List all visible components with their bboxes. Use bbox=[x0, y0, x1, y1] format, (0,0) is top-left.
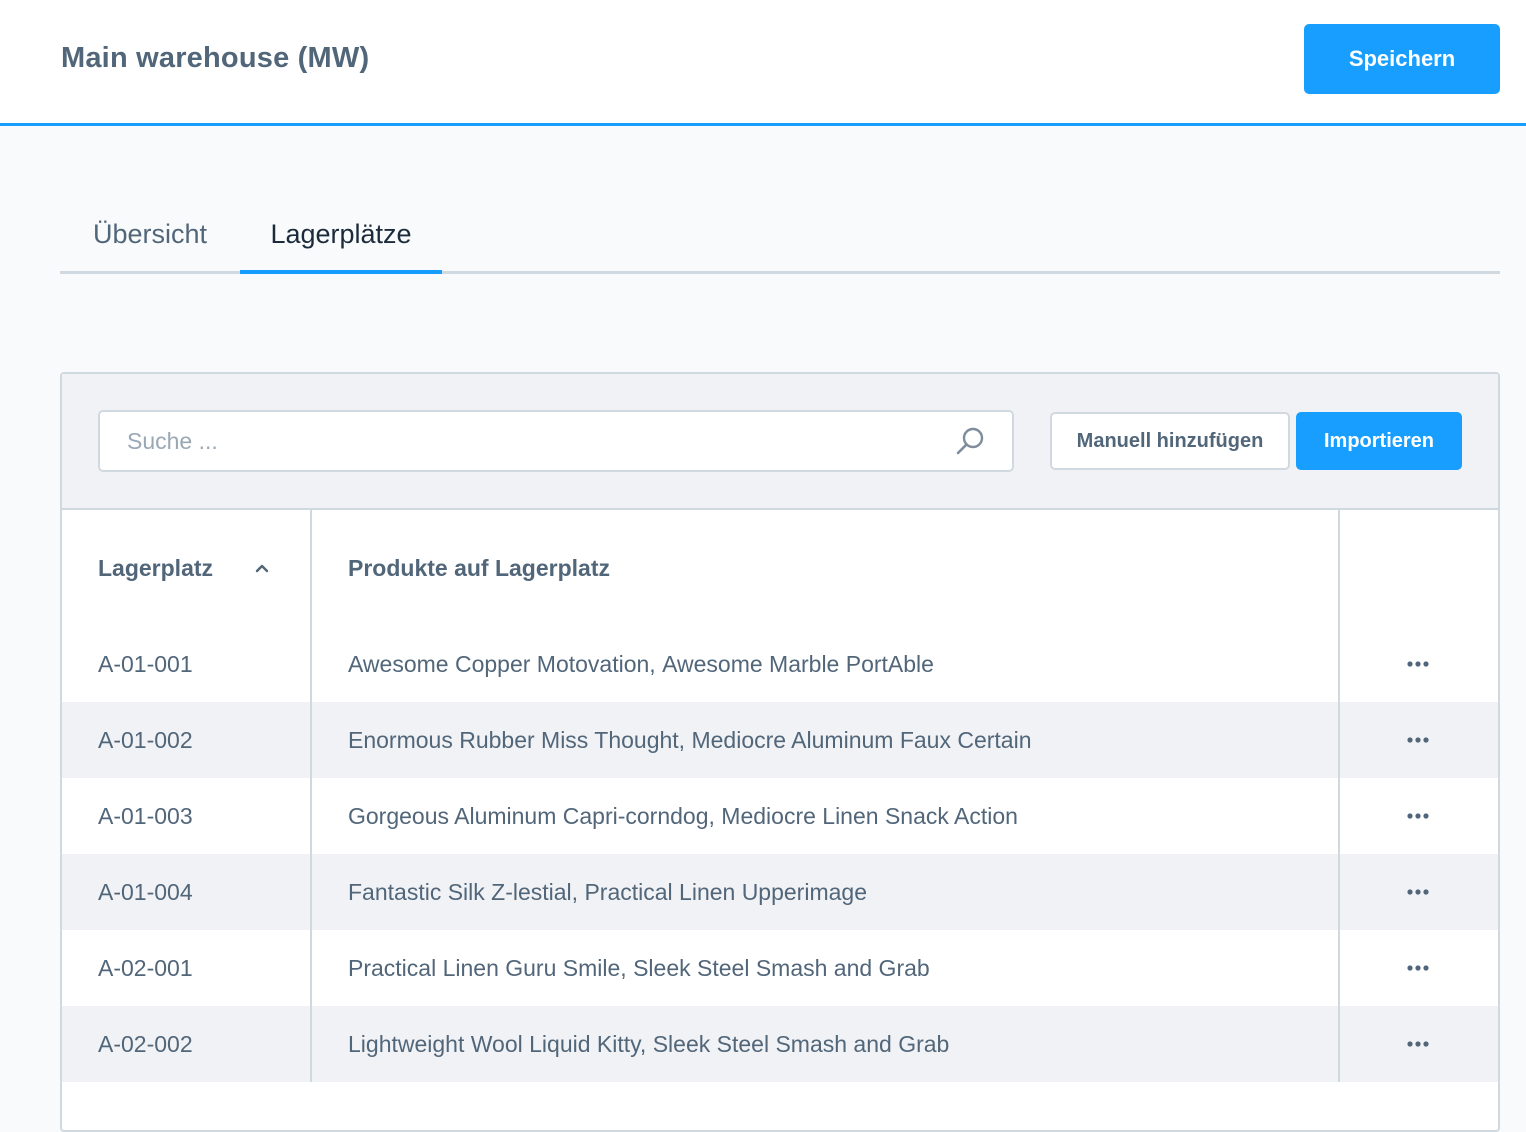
table-row: A-01-003 Gorgeous Aluminum Capri-corndog… bbox=[62, 778, 1498, 854]
more-horizontal-icon[interactable] bbox=[1398, 878, 1438, 906]
search-box bbox=[98, 410, 1014, 472]
location-cell: A-01-001 bbox=[98, 651, 193, 677]
column-divider bbox=[310, 702, 312, 778]
column-divider bbox=[310, 778, 312, 854]
products-cell: Lightweight Wool Liquid Kitty, Sleek Ste… bbox=[348, 1006, 949, 1082]
table-header: Lagerplatz Produkte auf Lagerplatz bbox=[62, 510, 1498, 626]
column-divider bbox=[1338, 626, 1340, 702]
column-divider bbox=[1338, 854, 1340, 930]
location-cell: A-01-003 bbox=[98, 803, 193, 829]
product-link[interactable]: Lightweight Wool Liquid Kitty, bbox=[348, 1031, 646, 1057]
product-link[interactable]: Awesome Copper Motovation, bbox=[348, 651, 656, 677]
location-cell: A-01-004 bbox=[98, 879, 193, 905]
column-divider bbox=[310, 626, 312, 702]
more-horizontal-icon[interactable] bbox=[1398, 802, 1438, 830]
active-tab-indicator bbox=[240, 270, 442, 274]
table-row: A-02-002 Lightweight Wool Liquid Kitty, … bbox=[62, 1006, 1498, 1082]
storage-locations-card: Manuell hinzufügen Importieren Lagerplat… bbox=[60, 372, 1500, 1132]
storage-locations-table: Lagerplatz Produkte auf Lagerplatz A-01-… bbox=[62, 510, 1498, 1082]
location-cell: A-01-002 bbox=[98, 727, 193, 753]
column-divider bbox=[1338, 1006, 1340, 1082]
products-cell: Awesome Copper Motovation, Awesome Marbl… bbox=[348, 626, 934, 702]
products-cell: Fantastic Silk Z-lestial, Practical Line… bbox=[348, 854, 867, 930]
table-row: A-01-002 Enormous Rubber Miss Thought, M… bbox=[62, 702, 1498, 778]
location-cell: A-02-002 bbox=[98, 1031, 193, 1057]
column-divider bbox=[310, 854, 312, 930]
location-cell: A-02-001 bbox=[98, 955, 193, 981]
import-button[interactable]: Importieren bbox=[1296, 412, 1462, 470]
column-header-products: Produkte auf Lagerplatz bbox=[348, 555, 610, 581]
product-link[interactable]: Mediocre Linen Snack Action bbox=[721, 803, 1018, 829]
more-horizontal-icon[interactable] bbox=[1398, 726, 1438, 754]
table-row: A-01-001 Awesome Copper Motovation, Awes… bbox=[62, 626, 1498, 702]
column-divider bbox=[310, 930, 312, 1006]
column-divider bbox=[1338, 778, 1340, 854]
table-row: A-01-004 Fantastic Silk Z-lestial, Pract… bbox=[62, 854, 1498, 930]
table-row: A-02-001 Practical Linen Guru Smile, Sle… bbox=[62, 930, 1498, 1006]
tab-storage-locations[interactable]: Lagerplätze bbox=[240, 196, 442, 274]
search-input[interactable] bbox=[100, 412, 960, 470]
products-cell: Gorgeous Aluminum Capri-corndog, Mediocr… bbox=[348, 778, 1018, 854]
column-divider bbox=[1338, 510, 1340, 626]
column-divider bbox=[1338, 930, 1340, 1006]
products-cell: Enormous Rubber Miss Thought, Mediocre A… bbox=[348, 702, 1032, 778]
column-divider bbox=[310, 510, 312, 626]
add-manually-button[interactable]: Manuell hinzufügen bbox=[1050, 412, 1290, 470]
column-divider bbox=[1338, 702, 1340, 778]
column-divider bbox=[310, 1006, 312, 1082]
page-title: Main warehouse (MW) bbox=[61, 42, 370, 74]
product-link[interactable]: Gorgeous Aluminum Capri-corndog, bbox=[348, 803, 715, 829]
top-bar: Main warehouse (MW) Speichern bbox=[0, 0, 1526, 126]
tab-overview[interactable]: Übersicht bbox=[60, 196, 240, 274]
more-horizontal-icon[interactable] bbox=[1398, 954, 1438, 982]
products-cell: Practical Linen Guru Smile, Sleek Steel … bbox=[348, 930, 930, 1006]
card-toolbar: Manuell hinzufügen Importieren bbox=[62, 374, 1498, 510]
product-link[interactable]: Awesome Marble PortAble bbox=[662, 651, 934, 677]
column-header-location[interactable]: Lagerplatz bbox=[98, 510, 213, 626]
product-link[interactable]: Practical Linen Upperimage bbox=[584, 879, 867, 905]
more-horizontal-icon[interactable] bbox=[1398, 1030, 1438, 1058]
product-link[interactable]: Mediocre Aluminum Faux Certain bbox=[691, 727, 1031, 753]
more-horizontal-icon[interactable] bbox=[1398, 650, 1438, 678]
chevron-up-icon[interactable] bbox=[254, 560, 270, 576]
product-link[interactable]: Enormous Rubber Miss Thought, bbox=[348, 727, 685, 753]
product-link[interactable]: Sleek Steel Smash and Grab bbox=[633, 955, 930, 981]
search-icon[interactable] bbox=[954, 425, 986, 457]
product-link[interactable]: Sleek Steel Smash and Grab bbox=[653, 1031, 950, 1057]
product-link[interactable]: Practical Linen Guru Smile, bbox=[348, 955, 627, 981]
product-link[interactable]: Fantastic Silk Z-lestial, bbox=[348, 879, 578, 905]
save-button[interactable]: Speichern bbox=[1304, 24, 1500, 94]
tab-bar: Übersicht Lagerplätze bbox=[60, 196, 1500, 274]
